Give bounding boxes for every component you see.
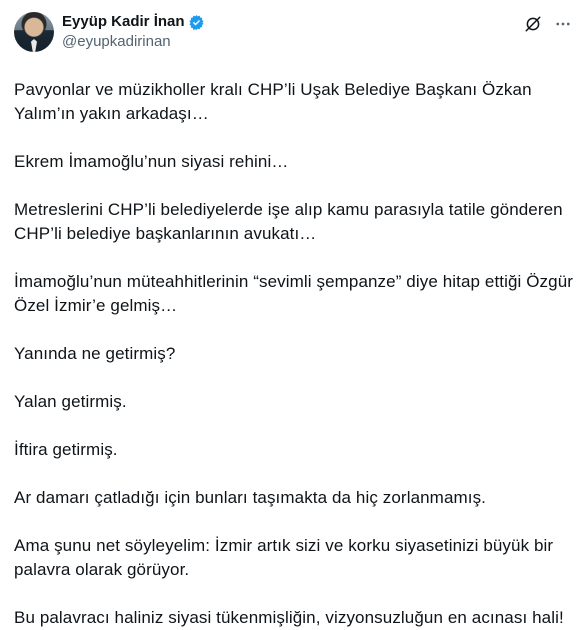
tweet-paragraph: Ar damarı çatladığı için bunları taşımak…	[14, 488, 487, 507]
author-handle[interactable]: @eyupkadirinan	[62, 32, 205, 52]
tweet-paragraph: Metreslerini CHP’li belediyelerde işe al…	[14, 200, 563, 243]
tweet-actions	[523, 12, 573, 34]
verified-badge-icon	[188, 14, 205, 31]
tweet-text: Pavyonlar ve müzikholler kralı CHP’li Uş…	[14, 78, 573, 630]
more-icon[interactable]	[553, 14, 573, 34]
grok-icon[interactable]	[523, 14, 543, 34]
tweet-paragraph: İmamoğlu’nun müteahhitlerinin “sevimli ş…	[14, 272, 574, 315]
tweet-paragraph: Yanında ne getirmiş?	[14, 344, 176, 363]
tweet-header: Eyyüp Kadir İnan @eyupkadirinan	[14, 12, 573, 60]
tweet-paragraph: İftira getirmiş.	[14, 440, 118, 459]
author-block: Eyyüp Kadir İnan @eyupkadirinan	[62, 12, 205, 52]
tweet-paragraph: Bu palavracı haliniz siyasi tükenmişliği…	[14, 608, 564, 627]
tweet-paragraph: Pavyonlar ve müzikholler kralı CHP’li Uş…	[14, 80, 532, 123]
author-name[interactable]: Eyyüp Kadir İnan	[62, 12, 185, 32]
avatar-tie-shape	[31, 39, 37, 52]
tweet-paragraph: Ama şunu net söyleyelim: İzmir artık siz…	[14, 536, 554, 579]
tweet-paragraph: Ekrem İmamoğlu’nun siyasi rehini…	[14, 152, 289, 171]
tweet-paragraph: Yalan getirmiş.	[14, 392, 127, 411]
avatar[interactable]	[14, 12, 54, 52]
tweet: Eyyüp Kadir İnan @eyupkadirinan Pavyonla…	[0, 0, 587, 628]
author-name-row: Eyyüp Kadir İnan	[62, 12, 205, 32]
